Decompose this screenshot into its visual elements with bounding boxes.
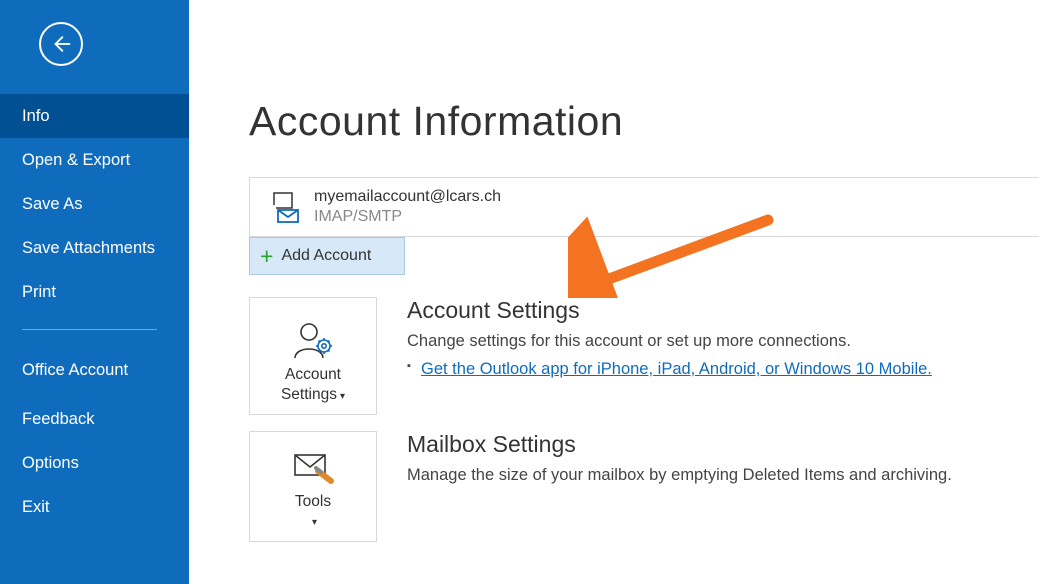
sidebar-item-label: Options: [22, 454, 79, 473]
tile-label: Tools: [295, 493, 331, 510]
add-account-button[interactable]: + Add Account: [249, 237, 405, 275]
sidebar-item-office-account[interactable]: Office Account: [0, 343, 189, 397]
sidebar-item-label: Feedback: [22, 410, 94, 429]
mailbox-settings-heading: Mailbox Settings: [407, 431, 1039, 458]
sidebar-item-info[interactable]: Info: [0, 94, 189, 138]
sidebar-item-label: Save Attachments: [22, 239, 155, 258]
account-settings-desc: Change settings for this account or set …: [407, 330, 1039, 354]
sidebar-item-print[interactable]: Print: [0, 270, 189, 314]
tile-label-line1: Account: [285, 366, 341, 383]
sidebar-divider: [22, 329, 157, 330]
account-dropdown[interactable]: myemailaccount@lcars.ch IMAP/SMTP: [249, 177, 1039, 237]
add-account-label: Add Account: [281, 247, 371, 265]
account-settings-tile[interactable]: Account Settings ▾: [249, 297, 377, 415]
sidebar-item-label: Save As: [22, 195, 83, 214]
sidebar-item-label: Office Account: [22, 360, 128, 381]
main-pane: Account Information myemailaccount@lcars…: [189, 0, 1039, 584]
chevron-down-icon: ▾: [312, 517, 317, 530]
chevron-down-icon: ▾: [340, 391, 345, 404]
page-title: Account Information: [249, 98, 1039, 145]
get-outlook-app-link[interactable]: Get the Outlook app for iPhone, iPad, An…: [421, 360, 932, 378]
sidebar-item-exit[interactable]: Exit: [0, 485, 189, 529]
sidebar-item-label: Open & Export: [22, 151, 130, 170]
person-gear-icon: [291, 315, 335, 365]
sidebar-item-options[interactable]: Options: [0, 441, 189, 485]
sidebar-item-save-as[interactable]: Save As: [0, 182, 189, 226]
mailbox-tools-icon: [291, 442, 335, 492]
sidebar-item-open-export[interactable]: Open & Export: [0, 138, 189, 182]
back-button[interactable]: [39, 22, 83, 66]
plus-icon: +: [260, 245, 273, 268]
sidebar: Info Open & Export Save As Save Attachme…: [0, 0, 189, 584]
tile-label-line2: Settings: [281, 386, 337, 403]
sidebar-item-label: Print: [22, 283, 56, 302]
account-type-icon: [264, 190, 306, 224]
sidebar-item-label: Info: [22, 107, 50, 126]
sidebar-item-save-attachments[interactable]: Save Attachments: [0, 226, 189, 270]
sidebar-item-label: Exit: [22, 498, 50, 517]
mailbox-settings-desc: Manage the size of your mailbox by empty…: [407, 464, 1039, 488]
tools-tile[interactable]: Tools ▾: [249, 431, 377, 542]
sidebar-item-feedback[interactable]: Feedback: [0, 397, 189, 441]
account-email: myemailaccount@lcars.ch: [314, 188, 501, 206]
account-settings-heading: Account Settings: [407, 297, 1039, 324]
account-protocol: IMAP/SMTP: [314, 208, 501, 226]
arrow-left-icon: [50, 33, 72, 55]
